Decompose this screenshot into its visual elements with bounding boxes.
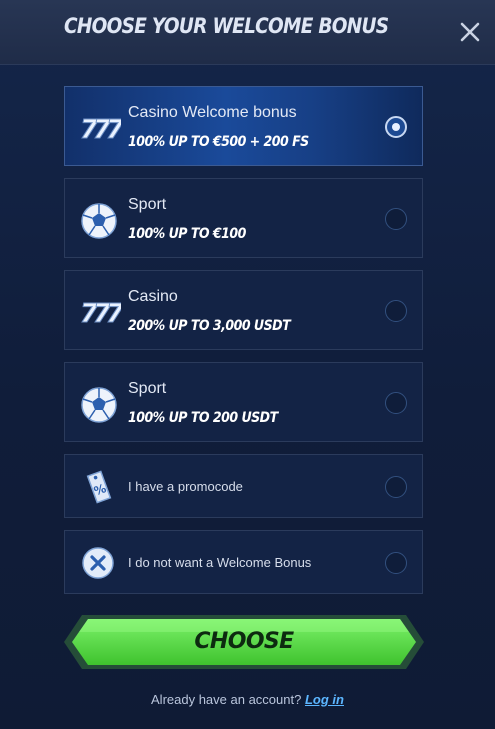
bonus-option-casino-welcome[interactable]: 777 Casino Welcome bonus 100% UP TO €500… <box>64 86 423 166</box>
bonus-option-casino[interactable]: 777 Casino 200% UP TO 3,000 USDT <box>64 270 423 350</box>
option-radio[interactable] <box>385 300 407 322</box>
slot-777-icon: 777 <box>80 115 122 144</box>
login-prompt-text: Already have an account? <box>151 692 302 707</box>
bonus-option-sport[interactable]: Sport 100% UP TO €100 <box>64 178 423 258</box>
promo-tag-icon: % <box>86 470 112 504</box>
option-radio[interactable] <box>385 208 407 230</box>
option-name: Casino Welcome bonus <box>128 104 297 121</box>
welcome-bonus-modal: CHOOSE YOUR WELCOME BONUS 777 Casino Wel… <box>0 0 495 729</box>
svg-text:7: 7 <box>106 299 121 327</box>
choose-button-label: CHOOSE <box>194 629 294 654</box>
close-button[interactable] <box>456 18 484 46</box>
option-offer: 100% UP TO 200 USDT <box>128 410 278 426</box>
option-radio[interactable] <box>385 392 407 414</box>
option-name: I do not want a Welcome Bonus <box>128 555 312 570</box>
soccer-ball-icon <box>81 387 117 423</box>
modal-title: CHOOSE YOUR WELCOME BONUS <box>64 14 389 38</box>
bonus-option-sport-usdt[interactable]: Sport 100% UP TO 200 USDT <box>64 362 423 442</box>
option-offer: 100% UP TO €100 <box>128 226 246 242</box>
bonus-option-no-bonus[interactable]: I do not want a Welcome Bonus <box>64 530 423 594</box>
no-bonus-x-icon <box>82 547 114 579</box>
login-prompt: Already have an account? Log in <box>0 692 495 707</box>
option-radio[interactable] <box>385 476 407 498</box>
option-radio[interactable] <box>385 552 407 574</box>
svg-text:7: 7 <box>106 115 121 143</box>
bonus-option-promocode[interactable]: % I have a promocode <box>64 454 423 518</box>
option-offer: 200% UP TO 3,000 USDT <box>128 318 291 334</box>
slot-777-icon: 777 <box>80 299 122 328</box>
option-name: Sport <box>128 380 167 397</box>
option-offer: 100% UP TO €500 + 200 FS <box>128 134 309 150</box>
close-icon <box>460 22 480 42</box>
option-name: Casino <box>128 288 178 305</box>
option-name: Sport <box>128 196 167 213</box>
soccer-ball-icon <box>81 203 117 239</box>
choose-button[interactable]: CHOOSE <box>64 615 424 669</box>
option-name: I have a promocode <box>128 479 243 494</box>
login-link[interactable]: Log in <box>305 692 344 707</box>
option-radio[interactable] <box>385 116 407 138</box>
modal-header: CHOOSE YOUR WELCOME BONUS <box>0 0 495 65</box>
